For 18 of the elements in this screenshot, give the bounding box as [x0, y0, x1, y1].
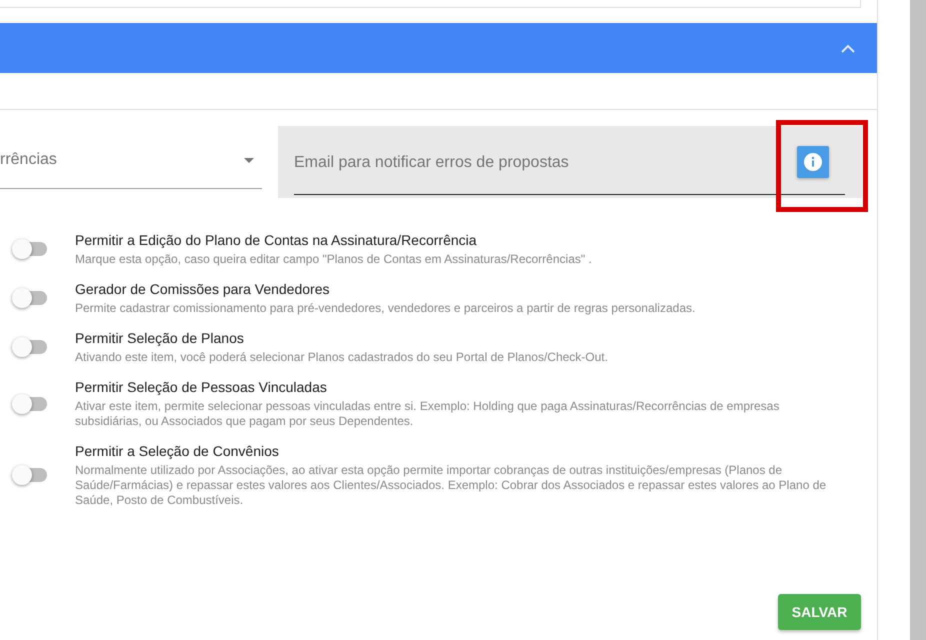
option-title: Gerador de Comissões para Vendedores — [75, 280, 330, 299]
scrollbar[interactable] — [910, 0, 926, 640]
option-title: Permitir Seleção de Planos — [75, 329, 245, 348]
info-icon — [803, 152, 823, 172]
email-field[interactable]: Email para notificar erros de propostas — [278, 126, 862, 198]
option-title: Permitir Seleção de Pessoas Vinculadas — [75, 378, 328, 397]
info-button[interactable] — [797, 146, 829, 178]
option-title: Permitir a Edição do Plano de Contas na Assinatura/Recorrência — [75, 231, 478, 250]
chevron-icon[interactable] — [841, 44, 855, 52]
option-description: Ativando este item, você poderá selecionar Planos cadastrados do seu Portal de Planos/Check-Out. — [75, 350, 609, 365]
option-description: Normalmente utilizado por Associações, ao ativar esta opção permite importar cobranças de outras instituições/empresas (Planos de Saúde/Farmácias) e repassar estes valores aos Clientes/Associados. Exemplo: Cobrar dos Associados e repassar estes valores ao Plano de Saúde, Posto de Combustíveis. — [75, 463, 828, 508]
dropdown-caret-icon — [244, 158, 254, 162]
select-field[interactable]: rrências — [0, 126, 262, 189]
option-description: Marque esta opção, caso queira editar campo "Planos de Contas em Assinaturas/Recorrências" . — [75, 252, 593, 267]
option-title: Permitir a Seleção de Convênios — [75, 442, 280, 461]
option-description: Permite cadastrar comissionamento para pré-vendedores, vendedores e parceiros a partir de regras personalizadas. — [75, 301, 696, 316]
save-button[interactable]: SALVAR — [778, 594, 861, 630]
option-description: Ativar este item, permite selecionar pessoas vinculadas entre si. Exemplo: Holding que paga Assinaturas/Recorrências de empresas subsidiárias, ou Associados que pagam por seus Dependentes. — [75, 399, 780, 429]
